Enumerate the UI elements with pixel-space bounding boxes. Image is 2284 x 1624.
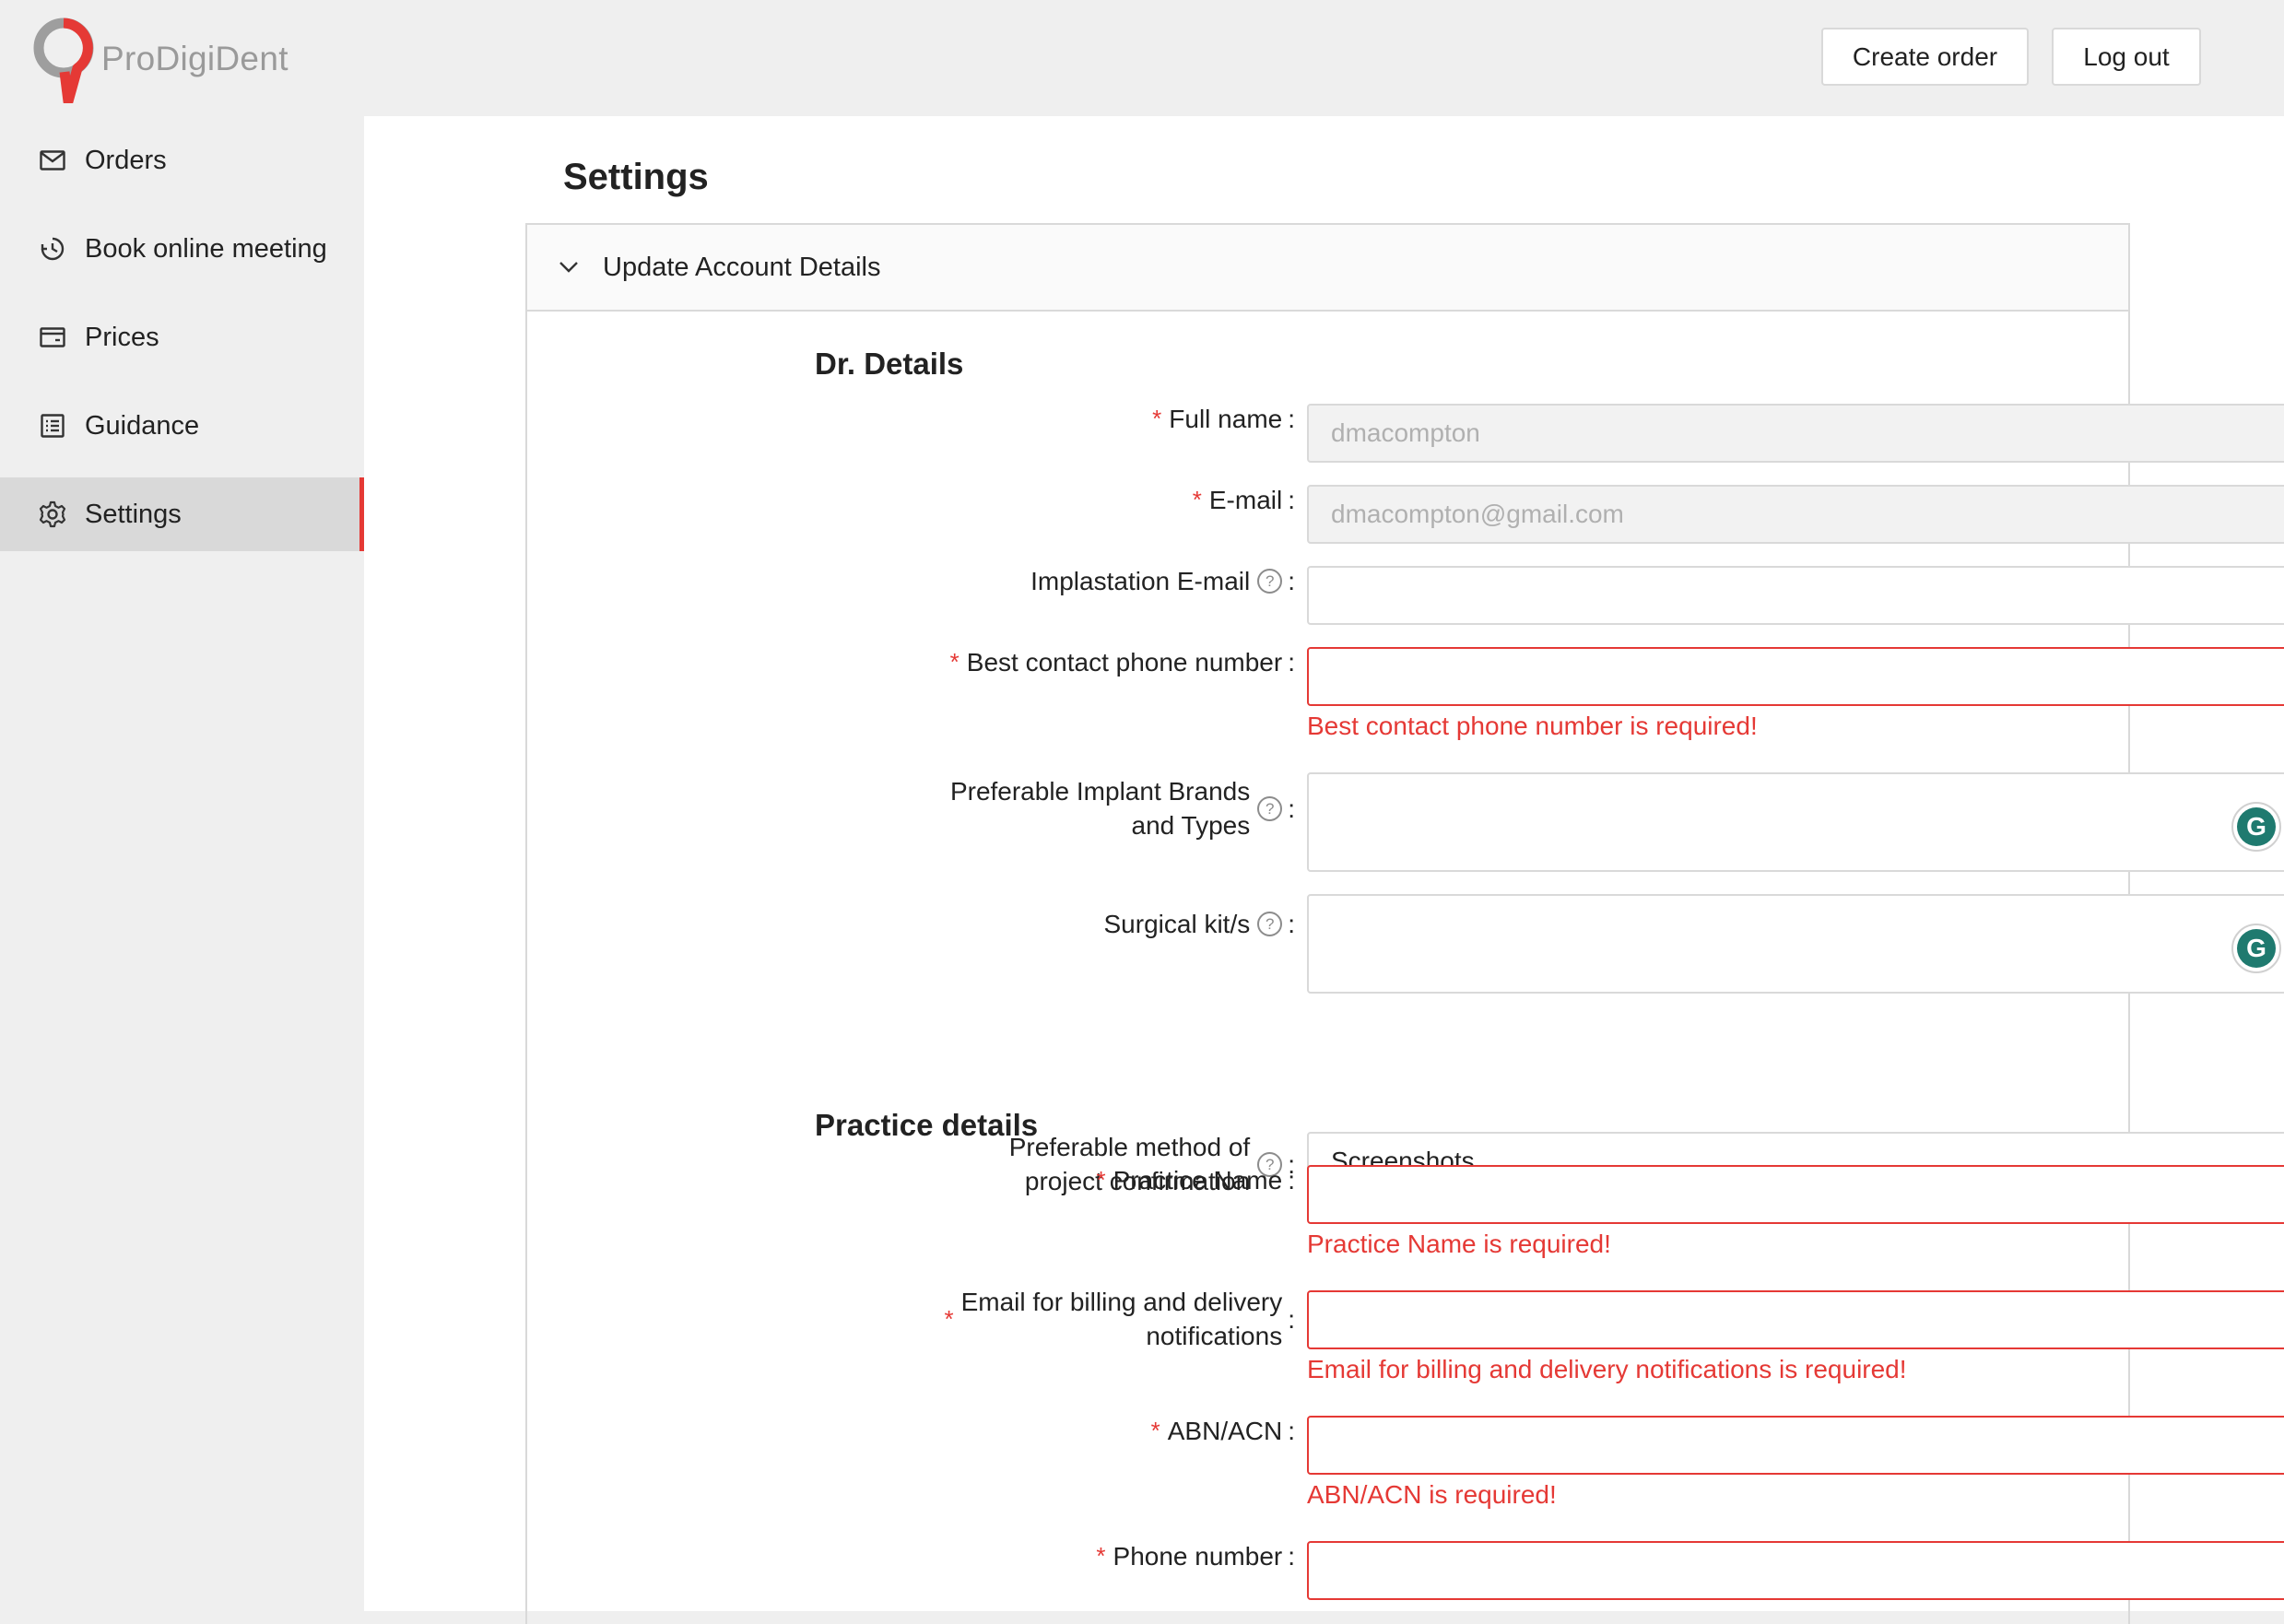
help-icon[interactable]: ? bbox=[1257, 568, 1283, 594]
required-mark: * bbox=[1096, 1165, 1106, 1194]
practice-name-error: Practice Name is required! bbox=[1307, 1230, 1611, 1258]
sidebar: Orders Book online meeting Prices Guidan… bbox=[0, 116, 364, 1611]
surgical-kits-label: Surgical kit/s ?: bbox=[1103, 909, 1296, 938]
sidebar-item-label: Settings bbox=[85, 499, 182, 529]
best-phone-error: Best contact phone number is required! bbox=[1307, 712, 1758, 740]
required-mark: * bbox=[944, 1304, 954, 1333]
email-field[interactable]: dmacompton@gmail.com bbox=[1307, 485, 2284, 544]
clock-icon bbox=[39, 235, 66, 263]
gear-icon bbox=[39, 500, 66, 528]
best-phone-input[interactable]: × bbox=[1307, 647, 2284, 706]
required-mark: * bbox=[1150, 1416, 1160, 1444]
section-title-practice-details: Practice details bbox=[815, 1108, 1039, 1142]
full-name-field[interactable]: dmacompton bbox=[1307, 404, 2284, 463]
implastation-email-label: Implastation E-mail ?: bbox=[1030, 566, 1295, 595]
phone-number-input[interactable]: × bbox=[1307, 1541, 2284, 1600]
app-header: ProDigiDent Create order Log out bbox=[0, 0, 2284, 116]
sidebar-item-prices[interactable]: Prices bbox=[0, 300, 364, 374]
help-icon[interactable]: ? bbox=[1257, 911, 1283, 936]
practice-name-label: * Practice Name: bbox=[548, 1150, 1295, 1209]
logo-pin-icon bbox=[33, 18, 94, 103]
page-title: Settings bbox=[563, 157, 709, 197]
create-order-button[interactable]: Create order bbox=[1821, 28, 2029, 86]
sidebar-item-label: Guidance bbox=[85, 410, 200, 441]
sidebar-item-settings[interactable]: Settings bbox=[0, 477, 364, 551]
log-out-button[interactable]: Log out bbox=[2052, 28, 2201, 86]
implant-brands-label: Preferable Implant Brands and Types ?: bbox=[949, 777, 1295, 840]
brand-logo[interactable]: ProDigiDent bbox=[31, 13, 288, 105]
required-mark: * bbox=[1152, 404, 1162, 432]
billing-email-label: * Email for billing and delivery notific… bbox=[944, 1288, 1295, 1350]
sidebar-item-book-meeting[interactable]: Book online meeting bbox=[0, 212, 364, 286]
billing-email-error: Email for billing and delivery notificat… bbox=[1307, 1355, 1907, 1383]
billing-email-input[interactable]: × bbox=[1307, 1290, 2284, 1349]
chevron-down-icon bbox=[559, 261, 579, 274]
required-mark: * bbox=[1096, 1541, 1106, 1570]
card-icon bbox=[39, 324, 66, 351]
sidebar-item-orders[interactable]: Orders bbox=[0, 124, 364, 197]
implastation-email-input[interactable]: ✓ bbox=[1307, 566, 2284, 625]
grammarly-icon[interactable]: G bbox=[2231, 924, 2281, 973]
panel-title: Update Account Details bbox=[603, 252, 881, 282]
email-label: * E-mail: bbox=[548, 470, 1295, 529]
implant-brands-textarea[interactable]: G ✓ bbox=[1307, 772, 2284, 872]
grammarly-icon[interactable]: G bbox=[2231, 802, 2281, 852]
full-name-label: * Full name: bbox=[548, 389, 1295, 448]
sidebar-item-label: Prices bbox=[85, 322, 159, 352]
sidebar-item-label: Orders bbox=[85, 145, 167, 175]
required-mark: * bbox=[949, 647, 960, 676]
brand-name: ProDigiDent bbox=[101, 40, 288, 77]
abn-acn-error: ABN/ACN is required! bbox=[1307, 1480, 1557, 1509]
abn-acn-label: * ABN/ACN: bbox=[548, 1401, 1295, 1460]
main-content: Settings Update Account Details Dr. Deta… bbox=[364, 116, 2284, 1624]
help-icon[interactable]: ? bbox=[1257, 795, 1283, 821]
phone-number-label: * Phone number: bbox=[548, 1526, 1295, 1585]
mail-icon bbox=[39, 147, 66, 174]
surgical-kits-textarea[interactable]: G ✓ bbox=[1307, 894, 2284, 994]
section-title-dr-details: Dr. Details bbox=[815, 347, 964, 381]
practice-name-input[interactable]: × bbox=[1307, 1165, 2284, 1224]
sidebar-item-guidance[interactable]: Guidance bbox=[0, 389, 364, 463]
best-phone-label: * Best contact phone number: bbox=[548, 632, 1295, 691]
list-icon bbox=[39, 412, 66, 440]
panel-header-update-account[interactable]: Update Account Details bbox=[527, 225, 2128, 312]
sidebar-item-label: Book online meeting bbox=[85, 233, 327, 264]
abn-acn-input[interactable]: × bbox=[1307, 1416, 2284, 1475]
required-mark: * bbox=[1192, 485, 1202, 513]
